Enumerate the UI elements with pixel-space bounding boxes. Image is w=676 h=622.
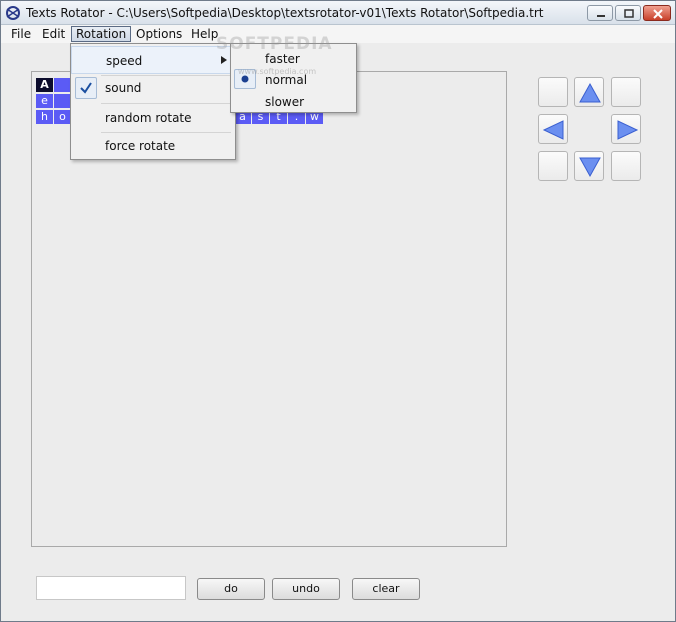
menu-rotation[interactable]: Rotation xyxy=(71,26,132,42)
rotate-down-button[interactable] xyxy=(574,151,604,181)
maximize-icon xyxy=(624,9,634,18)
pad-down-right[interactable] xyxy=(611,151,641,181)
menu-item-label: slower xyxy=(265,95,305,109)
rotate-up-button[interactable] xyxy=(574,77,604,107)
menu-item-label: speed xyxy=(106,54,143,68)
text-input[interactable] xyxy=(36,576,186,600)
close-button[interactable] xyxy=(643,5,671,21)
checkmark-icon xyxy=(80,82,92,94)
menu-edit[interactable]: Edit xyxy=(37,26,70,42)
letter-cell[interactable]: h xyxy=(36,110,53,124)
rotate-right-button[interactable] xyxy=(611,114,641,144)
menu-item-slower[interactable]: slower xyxy=(231,91,356,111)
minimize-button[interactable] xyxy=(587,5,613,21)
menu-options[interactable]: Options xyxy=(131,26,187,42)
do-button[interactable]: do xyxy=(197,578,265,600)
letter-cell[interactable]: e xyxy=(36,94,53,108)
clear-button[interactable]: clear xyxy=(352,578,420,600)
menu-item-random-rotate[interactable]: random rotate xyxy=(71,104,235,132)
menu-item-label: random rotate xyxy=(105,111,192,125)
window-title: Texts Rotator - C:\Users\Softpedia\Deskt… xyxy=(26,6,544,20)
arrow-right-icon xyxy=(617,120,639,140)
app-window: Texts Rotator - C:\Users\Softpedia\Deskt… xyxy=(0,0,676,622)
app-icon xyxy=(6,6,20,20)
watermark: SOFTPEDIA xyxy=(216,34,333,54)
submenu-arrow-icon xyxy=(221,56,227,64)
menu-item-force-rotate[interactable]: force rotate xyxy=(71,132,235,160)
menu-file[interactable]: File xyxy=(6,26,36,42)
menu-item-sound[interactable]: sound xyxy=(71,74,235,102)
pad-up-left[interactable] xyxy=(538,77,568,107)
menu-item-label: faster xyxy=(265,52,300,66)
undo-button[interactable]: undo xyxy=(272,578,340,600)
menu-item-label: force rotate xyxy=(105,139,176,153)
maximize-button[interactable] xyxy=(615,5,641,21)
close-icon xyxy=(653,9,663,19)
arrow-left-icon xyxy=(542,120,564,140)
rotate-left-button[interactable] xyxy=(538,114,568,144)
minimize-icon xyxy=(597,15,605,17)
watermark-url: www.softpedia.com xyxy=(238,67,317,76)
letter-cell[interactable] xyxy=(54,94,71,108)
letter-cell[interactable]: o xyxy=(54,110,71,124)
title-bar[interactable]: Texts Rotator - C:\Users\Softpedia\Deskt… xyxy=(1,1,675,25)
pad-down-left[interactable] xyxy=(538,151,568,181)
arrow-up-icon xyxy=(579,82,601,103)
menu-bar: File Edit Rotation Options Help xyxy=(1,25,675,43)
letter-cell[interactable]: A xyxy=(36,78,53,92)
letter-cell[interactable] xyxy=(54,78,71,92)
menu-item-label: sound xyxy=(105,81,142,95)
pad-up-right[interactable] xyxy=(611,77,641,107)
arrow-down-icon xyxy=(579,157,601,178)
rotation-dropdown-menu: speed sound random rotate force rotate xyxy=(70,43,236,160)
menu-item-speed[interactable]: speed xyxy=(71,46,235,74)
check-box xyxy=(75,77,97,99)
